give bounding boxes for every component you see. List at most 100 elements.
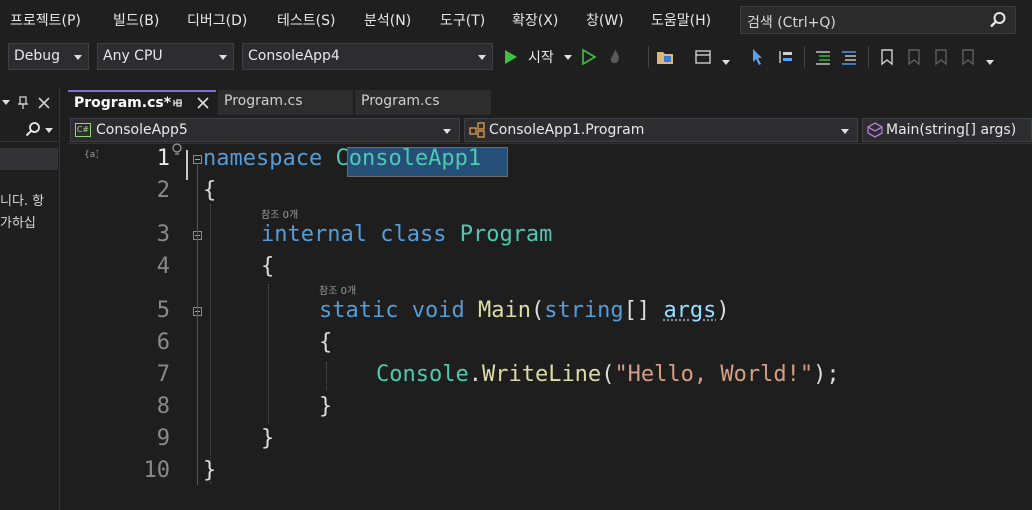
keyword-class: class (380, 222, 447, 247)
punctuation: . (468, 362, 482, 387)
bookmark-prev-icon[interactable] (905, 48, 923, 66)
punctuation: ( (530, 298, 545, 323)
tab-program-cs-3[interactable]: Program.cs (355, 90, 491, 115)
punctuation: [] (623, 298, 651, 323)
menu-debug[interactable]: 디버그(D) (187, 10, 247, 30)
toolbar-separator (804, 46, 805, 68)
folder-icon[interactable] (656, 48, 674, 66)
quick-actions-icon[interactable]: {a} (84, 147, 98, 161)
method-icon (867, 122, 883, 138)
play-icon (505, 50, 517, 64)
code-lens-references[interactable]: 참조 0개 (319, 282, 356, 297)
line-number: 6 (156, 330, 170, 355)
punctuation: ( (601, 362, 615, 387)
breakpoint-icon[interactable] (776, 48, 794, 66)
chevron-down-icon[interactable] (722, 60, 730, 65)
type-name: Console (376, 362, 469, 387)
type-dropdown[interactable]: ConsoleApp1.Program (464, 118, 858, 142)
chevron-down-icon[interactable] (986, 60, 994, 65)
code-line-4: { (261, 254, 275, 279)
code-editor[interactable]: {a} 1 2 3 4 5 6 7 8 9 10 참조 0개 참조 0개 nam… (68, 143, 1032, 510)
collapse-namespace-icon[interactable] (193, 155, 202, 164)
svg-text:{a}: {a} (84, 150, 98, 160)
indent-guide (210, 204, 211, 484)
document-tab-bar: Program.cs* Program.cs Program.cs (68, 88, 1032, 116)
play-outline-icon[interactable] (580, 48, 598, 66)
close-icon[interactable] (197, 97, 209, 109)
bookmark-clear-icon[interactable] (959, 48, 977, 66)
comment-icon[interactable] (814, 48, 832, 66)
line-number: 7 (156, 362, 170, 387)
member-value: Main(string[] args) (886, 122, 1017, 138)
method-call: WriteLine (481, 362, 602, 387)
menu-bar: 프로젝트(P) 빌드(B) 디버그(D) 테스트(S) 분석(N) 도구(T) … (0, 0, 1032, 40)
pin-icon[interactable] (172, 97, 184, 109)
type-value: ConsoleApp1.Program (489, 122, 645, 138)
menu-build[interactable]: 빌드(B) (113, 10, 159, 30)
csharp-project-icon: C# (75, 123, 91, 137)
tool-window-search[interactable] (0, 118, 60, 142)
toolbar-separator (868, 46, 869, 68)
solution-config-value: Debug (14, 48, 61, 64)
tool-window-header (0, 92, 60, 114)
startup-project-dropdown[interactable]: ConsoleApp4 (242, 43, 493, 70)
menu-analyze[interactable]: 분석(N) (364, 10, 411, 30)
code-line-6: { (319, 330, 333, 355)
code-line-7: Console.WriteLine("Hello, World!"); (376, 362, 840, 387)
keyword-static: static (319, 298, 399, 323)
code-line-3: internal class Program (261, 222, 552, 247)
search-input[interactable]: 검색 (Ctrl+Q) (740, 6, 1016, 34)
panel-text-line-1: 니다. 항 (0, 194, 45, 209)
chevron-down-icon (443, 129, 451, 134)
menu-extensions[interactable]: 확장(X) (512, 10, 558, 30)
close-icon[interactable] (38, 97, 50, 109)
dropdown-icon[interactable] (2, 100, 10, 105)
code-lens-references[interactable]: 참조 0개 (261, 206, 298, 221)
search-icon[interactable] (25, 121, 41, 137)
toolbar: Debug Any CPU ConsoleApp4 시작 (0, 40, 1032, 76)
start-debugging-button[interactable]: 시작 (502, 46, 574, 68)
keyword-internal: internal (261, 222, 367, 247)
solution-config-dropdown[interactable]: Debug (8, 43, 89, 70)
search-icon[interactable] (989, 11, 1007, 29)
tab-program-cs-active[interactable]: Program.cs* (68, 90, 216, 115)
member-dropdown[interactable]: Main(string[] args) (862, 118, 1032, 142)
navigation-bar: C# ConsoleApp5 ConsoleApp1.Program Main(… (68, 116, 1032, 144)
start-label: 시작 (528, 50, 554, 66)
indent-guide (268, 284, 269, 424)
platform-dropdown[interactable]: Any CPU (97, 43, 234, 70)
method-name: Main (477, 298, 531, 323)
menu-tools[interactable]: 도구(T) (440, 10, 485, 30)
menu-help[interactable]: 도움말(H) (651, 10, 711, 30)
uncomment-icon[interactable] (840, 48, 858, 66)
menu-window[interactable]: 창(W) (586, 10, 624, 30)
lightbulb-icon[interactable] (171, 143, 183, 157)
chevron-down-icon (478, 55, 486, 60)
line-number: 8 (156, 394, 170, 419)
project-dropdown[interactable]: C# ConsoleApp5 (70, 118, 460, 142)
pin-icon[interactable] (17, 96, 29, 110)
fold-line (197, 165, 198, 485)
menu-test[interactable]: 테스트(S) (277, 10, 335, 30)
pointer-icon[interactable] (750, 48, 768, 66)
keyword-void: void (411, 298, 465, 323)
tool-window-bar (0, 148, 58, 170)
chevron-down-icon (219, 55, 227, 60)
indent-guide (326, 362, 327, 390)
bookmark-icon[interactable] (878, 48, 896, 66)
menu-project[interactable]: 프로젝트(P) (10, 10, 81, 30)
window-icon[interactable] (694, 48, 712, 66)
class-icon (469, 122, 485, 138)
chevron-down-icon (841, 129, 849, 134)
bookmark-next-icon[interactable] (932, 48, 950, 66)
keyword-string: string (544, 298, 624, 323)
hot-reload-icon[interactable] (606, 48, 624, 66)
code-line-10: } (203, 458, 217, 483)
namespace-name: ConsoleApp1 (335, 146, 482, 171)
tab-label: Program.cs (361, 93, 440, 109)
string-literal: "Hello, World!" (614, 362, 814, 387)
line-number: 9 (156, 426, 170, 451)
search-placeholder: 검색 (Ctrl+Q) (747, 15, 836, 31)
tab-program-cs-2[interactable]: Program.cs (218, 90, 353, 115)
chevron-down-icon[interactable] (45, 128, 53, 133)
